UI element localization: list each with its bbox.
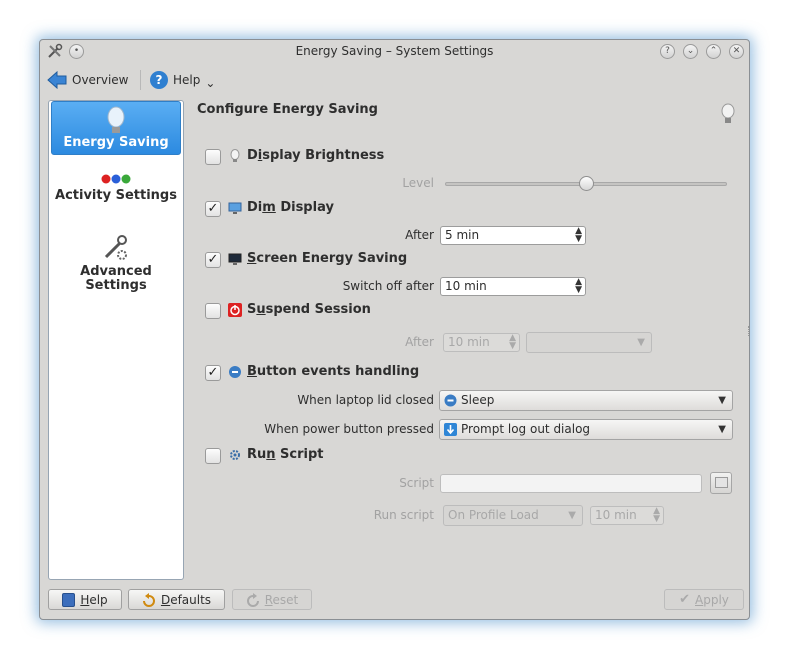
brightness-slider[interactable] [445,175,727,193]
wrench-gear-icon [100,231,132,263]
dim-after-label: After [405,228,434,242]
chevron-down-icon: ▼ [637,337,645,348]
toolbar: Overview ? Help ⌄ [40,64,749,96]
suspend-after-spinbox[interactable]: 10 min ▲ ▼ [443,333,520,352]
help-circle-icon: ? [150,71,168,89]
help-menu-button[interactable]: ? Help ⌄ [150,69,215,91]
run-script-time-spinbox[interactable]: 10 min ▲ ▼ [590,506,664,525]
spin-arrows-icon[interactable]: ▲ ▼ [575,227,582,244]
spin-arrows-icon[interactable]: ▲ ▼ [653,507,660,524]
script-label: Script [399,476,434,490]
lightbulb-corner-icon [720,103,736,125]
settings-window: • Energy Saving – System Settings ? ⌄ ⌃ … [39,39,750,620]
help-button[interactable]: Help [48,589,122,610]
minimize-icon[interactable]: ⌄ [683,44,698,59]
power-button-label: When power button pressed [264,422,434,436]
help-titlebar-icon[interactable]: ? [660,44,675,59]
lid-closed-label: When laptop lid closed [297,393,434,407]
resize-grip[interactable] [748,326,751,336]
switch-off-spinbox[interactable]: 10 min ▲ ▼ [440,277,586,296]
sidebar-item-label: Energy Saving [63,135,169,150]
window-title: Energy Saving – System Settings [295,44,494,58]
run-script-label: Run script [373,508,434,522]
button-events-title: Button events handling [228,364,419,379]
dim-after-spinbox[interactable]: 5 min ▲ ▼ [440,226,586,245]
defaults-icon [142,592,156,607]
bulb-small-icon [228,148,242,163]
activity-dots-icon [100,173,132,185]
sidebar-item-advanced-settings[interactable]: Advanced Settings [51,231,181,293]
suspend-after-label: After [405,335,434,349]
run-script-checkbox[interactable] [205,448,221,464]
button-events-checkbox[interactable]: ✓ [205,365,221,381]
sidebar-item-activity-settings[interactable]: Activity Settings [51,171,181,223]
suspend-session-title: Suspend Session [228,302,371,317]
level-label: Level [402,176,434,190]
reset-icon [246,592,260,607]
chevron-down-icon: ▼ [718,395,726,406]
folder-icon [714,477,728,488]
page-title: Configure Energy Saving [197,102,378,117]
help-dropdown-icon: ⌄ [205,76,216,90]
power-button-combo[interactable]: Prompt log out dialog ▼ [439,419,733,440]
monitor-icon [228,201,242,215]
dim-display-checkbox[interactable]: ✓ [205,201,221,217]
sleep-icon [444,394,457,407]
chevron-down-icon: ▼ [568,510,576,521]
run-script-title: Run Script [228,447,324,462]
run-script-combo[interactable]: On Profile Load ▼ [443,505,583,526]
dark-monitor-icon [228,252,242,266]
suspend-action-combo[interactable]: ▼ [526,332,652,353]
help-label: Help [173,73,201,87]
help-book-icon [62,592,76,607]
logout-icon [444,423,457,436]
switch-off-label: Switch off after [342,279,434,293]
slider-handle[interactable] [579,176,594,191]
screen-energy-saving-title: Screen Energy Saving [228,251,407,266]
apply-button[interactable]: ✔ Apply [664,589,744,610]
chevron-down-icon: ▼ [718,424,726,435]
display-brightness-checkbox[interactable] [205,149,221,165]
sidebar-item-label: Advanced Settings [80,264,152,293]
lid-closed-combo[interactable]: Sleep ▼ [439,390,733,411]
spin-arrows-icon[interactable]: ▲ ▼ [509,334,516,351]
back-arrow-icon [47,70,67,90]
button-events-icon [228,365,242,379]
script-gear-icon [228,448,242,462]
sidebar-item-label: Activity Settings [55,188,177,203]
defaults-button[interactable]: Defaults [128,589,225,610]
maximize-icon[interactable]: ⌃ [706,44,721,59]
overview-label: Overview [72,73,129,87]
lightbulb-icon [106,106,126,136]
apply-check-icon: ✔ [679,592,690,607]
suspend-session-checkbox[interactable] [205,303,221,319]
browse-folder-button[interactable] [710,472,732,494]
title-bar: • Energy Saving – System Settings ? ⌄ ⌃ … [40,40,749,64]
screen-energy-saving-checkbox[interactable]: ✓ [205,252,221,268]
overview-button[interactable]: Overview [47,69,129,91]
reset-button[interactable]: Reset [232,589,312,610]
script-path-input[interactable] [440,474,702,493]
sidebar-item-energy-saving[interactable]: Energy Saving [51,101,181,155]
display-brightness-title: Display Brightness [228,148,384,163]
close-icon[interactable]: ✕ [729,44,744,59]
toolbar-separator [140,70,141,90]
sidebar: Energy Saving Activity Settings Advanced… [48,100,184,580]
power-icon [228,302,242,317]
spin-arrows-icon[interactable]: ▲ ▼ [575,278,582,295]
dim-display-title: Dim Display [228,200,334,215]
